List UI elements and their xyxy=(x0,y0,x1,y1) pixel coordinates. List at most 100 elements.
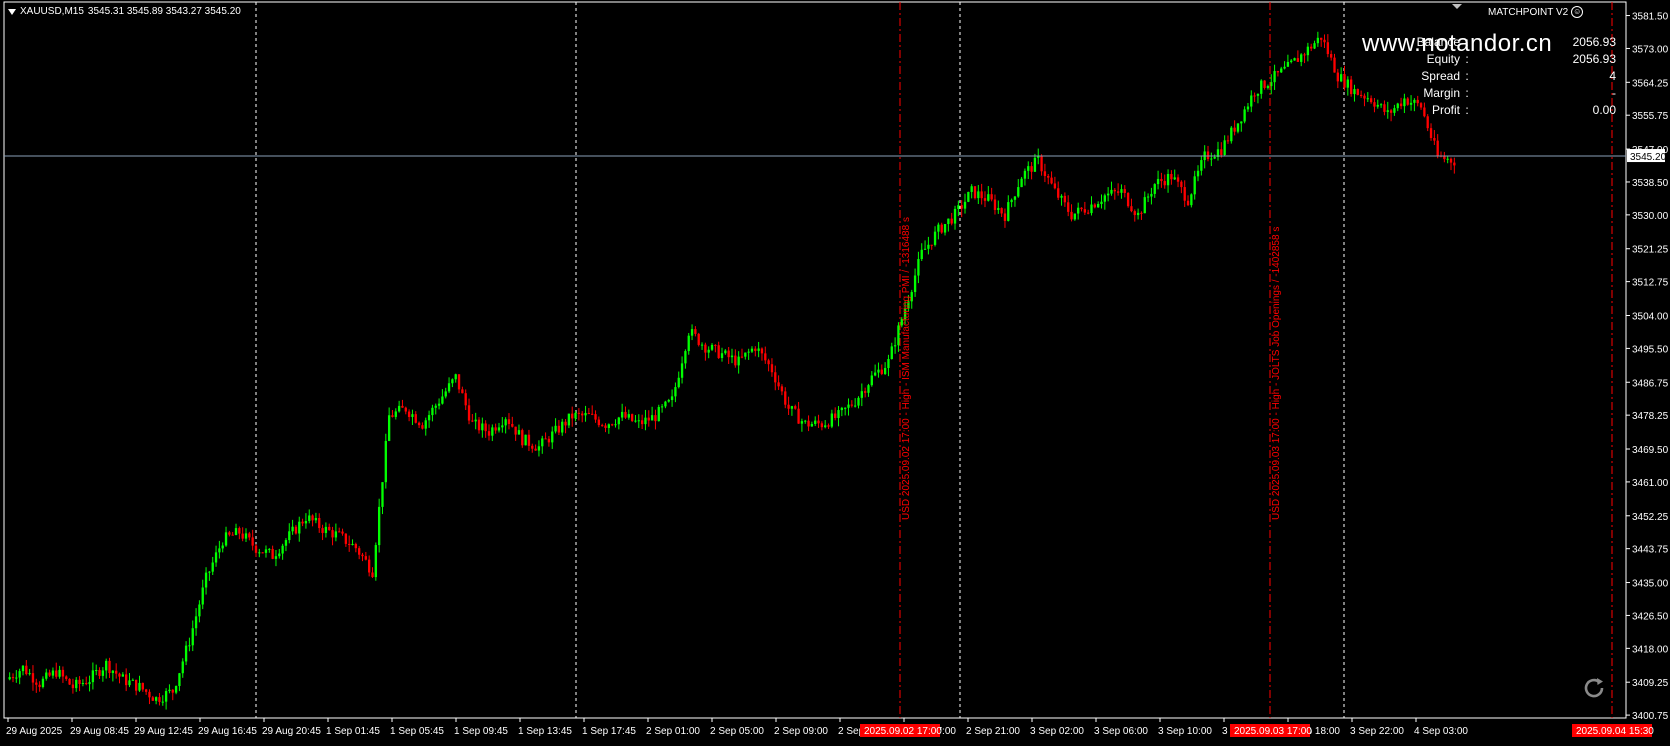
candle-body xyxy=(68,678,71,685)
candle-body xyxy=(278,553,281,557)
candle-body xyxy=(880,369,883,374)
account-row-equity: Equity : 2056.93 xyxy=(1400,51,1616,68)
candle-body xyxy=(318,517,321,529)
candle-body xyxy=(1033,157,1037,172)
candle-body xyxy=(744,352,747,357)
candle-body xyxy=(1453,162,1456,166)
candle-body xyxy=(1359,94,1363,96)
time-tick-label: 1 Sep 17:45 xyxy=(582,726,636,737)
candle-body xyxy=(71,684,75,689)
candle-body xyxy=(244,533,248,539)
candle-body xyxy=(1163,181,1166,186)
candle-body xyxy=(1446,158,1449,160)
price-tick-label: 3400.75 xyxy=(1632,711,1669,722)
account-value: 0.00 xyxy=(1592,103,1616,117)
candle-body xyxy=(437,403,441,406)
candle-body xyxy=(228,532,231,535)
candle-body xyxy=(158,697,161,702)
candle-body xyxy=(404,407,407,412)
candle-body xyxy=(873,372,877,376)
candle-body xyxy=(1096,203,1100,208)
candle-body xyxy=(840,407,844,411)
account-info-panel: Balance : 2056.93 Equity : 2056.93 Sprea… xyxy=(1400,34,1616,119)
dropdown-arrow-icon[interactable] xyxy=(8,8,16,15)
candle-body xyxy=(594,414,597,420)
symbol-header[interactable]: XAUUSD,M15 3545.31 3545.89 3543.27 3545.… xyxy=(8,6,241,17)
candle-body xyxy=(1213,156,1216,159)
candle-body xyxy=(1433,138,1436,141)
candle-body xyxy=(128,680,131,686)
scroll-marker-icon[interactable] xyxy=(1452,4,1462,9)
candle-body xyxy=(917,259,920,276)
candle-body xyxy=(537,446,541,451)
candle-body xyxy=(820,423,824,428)
candle-body xyxy=(544,438,547,440)
candle-body xyxy=(218,548,221,553)
candle-body xyxy=(740,356,744,358)
smiley-icon[interactable]: ☺ xyxy=(1571,6,1584,18)
candle-body xyxy=(614,424,617,426)
candle-body xyxy=(983,198,987,201)
candle-body xyxy=(1330,54,1333,58)
candle-body xyxy=(960,205,963,209)
candle-body xyxy=(521,430,524,446)
candle-body xyxy=(1090,204,1093,214)
chart-frame xyxy=(3,1,1627,719)
candle-body xyxy=(467,405,471,421)
candle-body xyxy=(48,672,51,676)
candle-body xyxy=(1080,207,1083,210)
candle-body xyxy=(344,533,348,544)
candle-body xyxy=(913,275,917,293)
candle-body xyxy=(407,411,411,417)
candle-body xyxy=(1230,127,1233,142)
candle-body xyxy=(1087,212,1090,214)
account-row-spread: Spread : 4 xyxy=(1400,68,1616,85)
candle-body xyxy=(1379,104,1383,106)
candle-body xyxy=(817,420,820,424)
candle-body xyxy=(1266,86,1270,88)
candle-body xyxy=(1303,54,1306,56)
candle-body xyxy=(990,194,993,200)
candle-body xyxy=(55,670,58,677)
candle-body xyxy=(690,329,694,336)
candle-body xyxy=(501,425,504,428)
candle-body xyxy=(883,368,887,374)
time-tick-label: 29 Aug 08:45 xyxy=(70,726,129,737)
candle-body xyxy=(1113,189,1116,192)
candle-body xyxy=(314,517,318,521)
candle-body xyxy=(531,445,534,449)
candle-body xyxy=(1353,89,1356,95)
candle-body xyxy=(987,194,990,201)
candle-body xyxy=(1200,160,1203,171)
candle-body xyxy=(963,201,967,209)
reload-icon[interactable] xyxy=(1580,674,1608,702)
candle-body xyxy=(930,244,933,246)
candle-body xyxy=(298,521,301,534)
candle-body xyxy=(664,401,667,407)
candle-body xyxy=(1276,71,1280,73)
candle-body xyxy=(204,572,208,588)
candle-body xyxy=(191,628,194,646)
candle-body xyxy=(351,543,354,545)
candle-body xyxy=(354,543,358,549)
candle-body xyxy=(1389,110,1393,113)
account-value: - xyxy=(1612,86,1616,100)
candle-body xyxy=(1020,178,1023,188)
candle-body xyxy=(1263,80,1266,88)
chart-window[interactable]: 3581.503573.003564.253555.753547.003538.… xyxy=(0,0,1670,746)
candle-body xyxy=(604,425,607,428)
symbol-label: XAUUSD,M15 xyxy=(20,6,84,17)
candle-body xyxy=(687,335,690,352)
candle-body xyxy=(947,218,950,225)
candle-body xyxy=(238,528,241,534)
candle-body xyxy=(1190,194,1193,206)
candle-body xyxy=(547,438,551,443)
candle-body xyxy=(684,351,687,364)
expert-advisor-title[interactable]: MATCHPOINT V2 ☺ xyxy=(1488,6,1584,18)
candle-body xyxy=(1100,201,1103,204)
price-tick-label: 3581.50 xyxy=(1632,12,1669,23)
time-tick-label: 2 Sep 01:00 xyxy=(646,726,700,737)
candle-body xyxy=(168,689,171,692)
candle-body xyxy=(1130,206,1133,212)
candle-body xyxy=(877,369,880,373)
